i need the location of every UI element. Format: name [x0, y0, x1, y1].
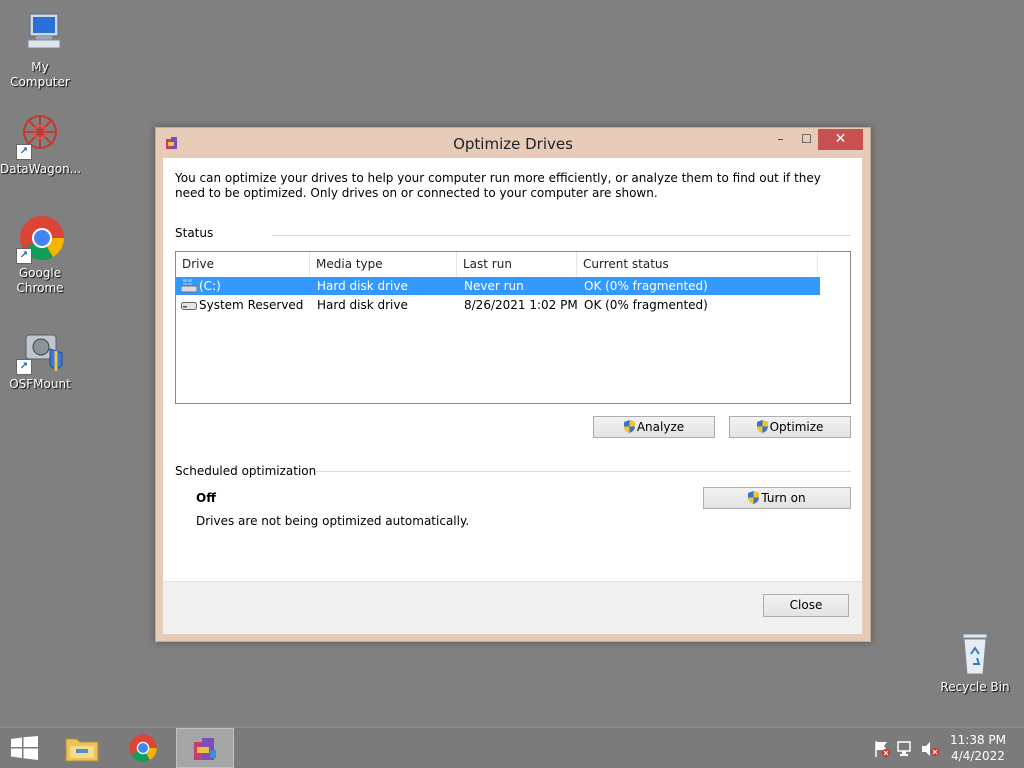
optimize-button-label: Optimize	[769, 420, 824, 434]
clock-date: 4/4/2022	[951, 749, 1005, 763]
taskbar-optimize-drives[interactable]	[176, 728, 234, 768]
chrome-icon: ↗	[16, 216, 64, 264]
volume-muted-icon[interactable]	[921, 740, 939, 758]
column-header-media-type[interactable]: Media type	[310, 252, 457, 276]
window-title: Optimize Drives	[453, 135, 573, 153]
analyze-button-label: Analyze	[636, 420, 685, 434]
taskbar-file-explorer[interactable]	[53, 728, 111, 768]
taskbar-chrome[interactable]	[115, 728, 173, 768]
desktop-icon-label: My Computer	[10, 60, 70, 89]
desktop-icon-my-computer[interactable]: My Computer	[0, 10, 80, 90]
desktop-icon-label: DataWagon...	[0, 162, 82, 176]
start-button[interactable]	[0, 728, 48, 768]
description-text: You can optimize your drives to help you…	[175, 171, 821, 200]
turn-on-button-label: Turn on	[761, 491, 806, 505]
column-header-drive[interactable]: Drive	[176, 252, 310, 276]
maximize-button[interactable]: ☐	[793, 129, 820, 150]
close-window-button[interactable]: ✕	[818, 129, 863, 150]
drive-current-status: OK (0% fragmented)	[584, 298, 708, 312]
network-icon[interactable]	[897, 740, 915, 758]
close-button[interactable]: Close	[763, 594, 849, 617]
desktop-icon-recycle-bin[interactable]: Recycle Bin	[935, 630, 1015, 695]
drive-media-type: Hard disk drive	[317, 298, 408, 312]
dialog-footer: Close	[163, 581, 862, 634]
uac-shield-icon	[748, 491, 760, 504]
column-header-current-status[interactable]: Current status	[577, 252, 818, 276]
shortcut-arrow-icon: ↗	[16, 144, 32, 160]
uac-shield-icon	[756, 420, 768, 433]
osfmount-icon: ↗	[16, 327, 64, 375]
windows-drive-icon	[181, 279, 197, 293]
clock-time: 11:38 PM	[950, 733, 1006, 747]
desktop-icon-label: OSFMount	[9, 377, 71, 391]
schedule-state: Off	[196, 491, 216, 505]
defrag-app-icon	[194, 738, 216, 760]
window-client: You can optimize your drives to help you…	[163, 158, 862, 634]
datawagon-icon: ↗	[16, 112, 64, 160]
analyze-button[interactable]: Analyze	[593, 416, 715, 438]
computer-icon	[16, 10, 64, 58]
windows-logo-icon	[11, 736, 38, 760]
drive-current-status: OK (0% fragmented)	[584, 279, 708, 293]
taskbar: 11:38 PM 4/4/2022	[0, 727, 1024, 768]
optimize-button[interactable]: Optimize	[729, 416, 851, 438]
column-header-last-run[interactable]: Last run	[457, 252, 577, 276]
turn-on-button[interactable]: Turn on	[703, 487, 851, 509]
status-divider	[272, 235, 851, 236]
action-center-flag-icon[interactable]	[873, 740, 891, 758]
chrome-icon	[129, 734, 157, 762]
shortcut-arrow-icon: ↗	[16, 359, 32, 375]
file-explorer-icon	[65, 738, 99, 762]
desktop-icon-datawagon[interactable]: ↗ DataWagon...	[0, 112, 82, 177]
uac-shield-icon	[623, 420, 635, 433]
schedule-description: Drives are not being optimized automatic…	[196, 514, 470, 528]
shortcut-arrow-icon: ↗	[16, 248, 32, 264]
title-bar[interactable]: Optimize Drives – ☐ ✕	[156, 128, 870, 158]
drive-last-run: Never run	[464, 279, 524, 293]
optimize-drives-window: Optimize Drives – ☐ ✕ You can optimize y…	[155, 127, 871, 642]
drive-row-system-reserved[interactable]: System Reserved Hard disk drive 8/26/202…	[176, 296, 820, 314]
desktop-icon-osfmount[interactable]: ↗ OSFMount	[0, 327, 80, 392]
taskbar-clock[interactable]: 11:38 PM 4/4/2022	[950, 732, 1006, 764]
drive-media-type: Hard disk drive	[317, 279, 408, 293]
desktop-icon-label: Recycle Bin	[940, 680, 1010, 694]
scheduled-optimization-heading: Scheduled optimization	[175, 464, 317, 478]
drive-row-c[interactable]: (C:) Hard disk drive Never run OK (0% fr…	[176, 277, 820, 295]
scheduled-divider	[315, 471, 851, 472]
drives-list-header: Drive Media type Last run Current status	[176, 252, 850, 276]
minimize-button[interactable]: –	[767, 129, 794, 150]
hard-drive-icon	[181, 302, 197, 310]
drive-last-run: 8/26/2021 1:02 PM	[464, 298, 578, 312]
status-heading: Status	[175, 226, 214, 240]
recycle-bin-icon	[951, 630, 999, 678]
drive-name: System Reserved	[199, 298, 304, 312]
desktop-icon-google-chrome[interactable]: ↗ Google Chrome	[0, 216, 80, 296]
drives-list[interactable]: Drive Media type Last run Current status…	[175, 251, 851, 404]
desktop-icon-label: Google Chrome	[16, 266, 64, 295]
drive-name: (C:)	[199, 279, 221, 293]
